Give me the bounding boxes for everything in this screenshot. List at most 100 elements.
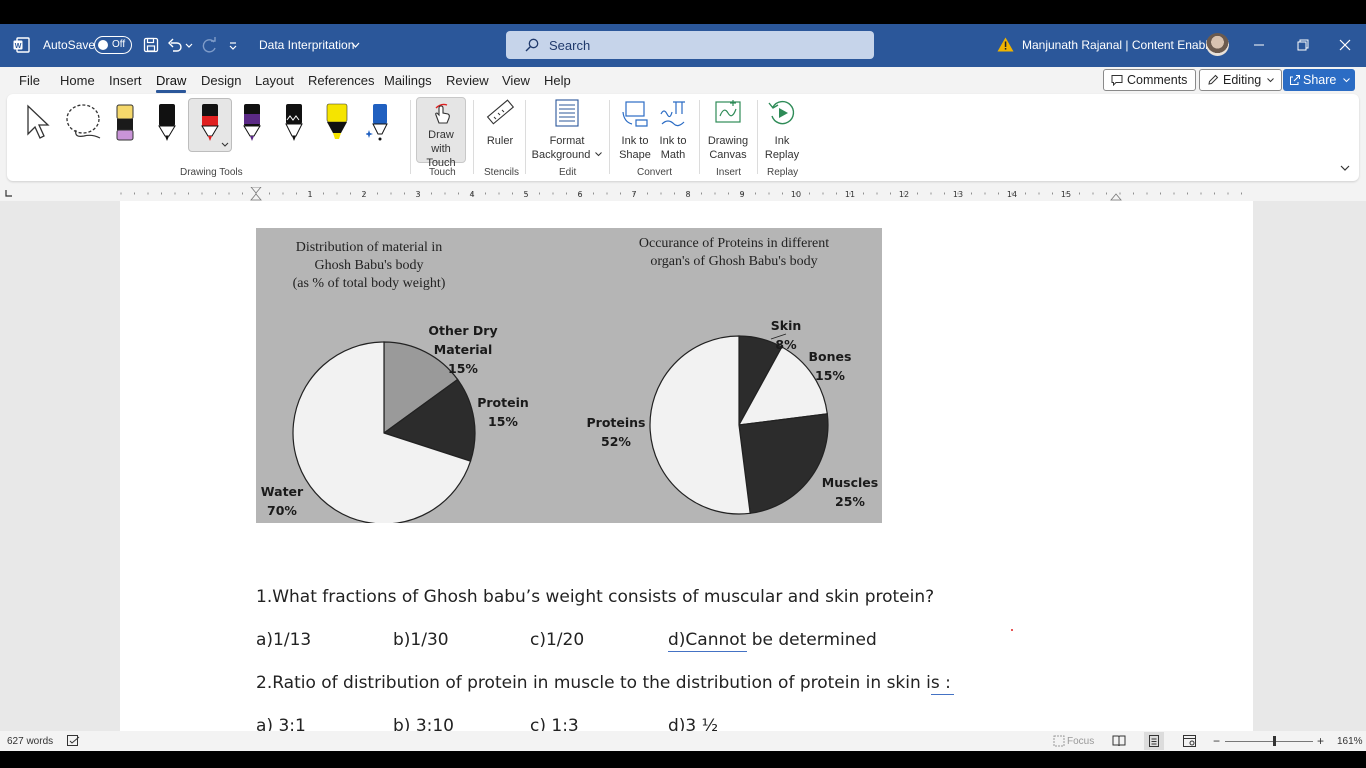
tab-layout[interactable]: Layout <box>255 73 294 88</box>
drawing-canvas-button[interactable]: Drawing Canvas <box>704 98 752 162</box>
q1-option-b: b)1/30 <box>393 630 449 650</box>
black-pen-icon[interactable] <box>154 102 180 142</box>
tab-help[interactable]: Help <box>544 73 571 88</box>
format-background-button[interactable]: Format Background <box>531 98 603 162</box>
user-name[interactable]: Manjunath Rajanal | Content Enablers <box>1022 38 1225 52</box>
ink-to-shape-line2: Shape <box>619 149 651 161</box>
focus-label[interactable]: Focus <box>1067 736 1094 747</box>
ruler-number: 15 <box>1061 190 1071 199</box>
action-pen-icon[interactable] <box>366 102 392 142</box>
tab-view[interactable]: View <box>502 73 530 88</box>
q1-option-c: c)1/20 <box>530 630 585 650</box>
warning-icon[interactable] <box>997 37 1014 52</box>
title-chevron-down-icon[interactable] <box>351 42 360 49</box>
focus-icon[interactable] <box>1053 735 1065 747</box>
collapse-ribbon-chevron-icon[interactable] <box>1340 165 1350 172</box>
tab-design[interactable]: Design <box>201 73 241 88</box>
drawing-canvas-icon <box>715 100 741 123</box>
protein-line1: Protein <box>477 395 529 410</box>
undo-dropdown-icon[interactable] <box>185 37 193 53</box>
share-button[interactable]: Share <box>1283 69 1355 91</box>
ruler-number: 14 <box>1007 190 1017 199</box>
tab-references[interactable]: References <box>308 73 374 88</box>
eraser-icon[interactable] <box>112 102 138 142</box>
tab-insert[interactable]: Insert <box>109 73 142 88</box>
undo-icon[interactable] <box>167 37 183 53</box>
tab-review[interactable]: Review <box>446 73 489 88</box>
ruler-number: 11 <box>845 190 855 199</box>
share-icon <box>1290 75 1300 85</box>
print-layout-button[interactable] <box>1144 732 1164 750</box>
tab-mailings[interactable]: Mailings <box>384 73 432 88</box>
autosave-toggle[interactable]: Off <box>94 36 132 54</box>
toggle-knob <box>98 40 108 50</box>
draw-with-touch-label: Draw with Touch <box>417 128 465 170</box>
pencil-tool-icon[interactable] <box>281 102 307 142</box>
status-bar: 627 words Focus − + 161% <box>0 731 1366 751</box>
share-chevron-icon <box>1343 78 1350 83</box>
read-mode-icon[interactable] <box>1112 735 1126 747</box>
ink-to-math-button[interactable]: Ink to Math <box>655 98 691 162</box>
drawing-canvas-line1: Drawing <box>707 135 749 147</box>
zoom-out-button[interactable]: − <box>1213 734 1220 748</box>
other-line3: 15% <box>448 361 478 376</box>
proteins-line1: Proteins <box>586 415 646 430</box>
proofing-icon[interactable] <box>67 735 80 747</box>
red-pen-selected[interactable] <box>188 98 232 152</box>
ink-to-shape-icon <box>622 101 648 127</box>
customize-toolbar-icon[interactable] <box>228 37 238 53</box>
word-count[interactable]: 627 words <box>7 736 53 747</box>
redo-icon[interactable] <box>202 37 218 53</box>
autosave-label: AutoSave <box>43 38 96 52</box>
ink-to-shape-line1: Ink to <box>621 135 649 147</box>
highlighter-icon[interactable] <box>324 102 350 142</box>
ink-dot <box>1011 629 1013 631</box>
zoom-slider-thumb[interactable] <box>1273 736 1276 746</box>
restore-icon[interactable] <box>1291 34 1313 56</box>
q2-option-a: a) 3:1 <box>256 716 306 731</box>
water-line2: 70% <box>267 503 297 518</box>
ink-replay-button[interactable]: Ink Replay <box>762 98 802 162</box>
zoom-slider[interactable] <box>1225 741 1313 742</box>
search-box[interactable]: Search <box>506 31 874 59</box>
avatar[interactable] <box>1206 33 1229 56</box>
ink-to-shape-button[interactable]: Ink to Shape <box>615 98 655 162</box>
save-icon[interactable] <box>143 37 159 53</box>
close-icon[interactable] <box>1334 34 1356 56</box>
zoom-level[interactable]: 161% <box>1337 736 1363 747</box>
grammar-underline-2 <box>931 693 954 695</box>
q1-option-a: a)1/13 <box>256 630 312 650</box>
tab-file[interactable]: File <box>19 73 40 88</box>
touch-hand-icon <box>435 103 450 124</box>
ribbon-tabs: File Home Insert Draw Design Layout Refe… <box>0 67 1366 94</box>
ruler-button[interactable]: Ruler <box>481 98 519 148</box>
label-bones: Bones 15% <box>804 347 856 385</box>
bones-line2: 15% <box>815 368 845 383</box>
ruler-number: 7 <box>631 190 636 199</box>
zoom-in-button[interactable]: + <box>1317 734 1324 748</box>
embedded-chart-image[interactable]: Distribution of material in Ghosh Babu's… <box>256 228 882 523</box>
lasso-select-icon[interactable] <box>64 102 104 142</box>
draw-with-touch-button[interactable]: Draw with Touch <box>416 97 466 169</box>
q2-options-row-clip: a) 3:1 b) 3:10 c) 1:3 d)3 ½ <box>120 714 1253 731</box>
ruler-number: 1 <box>307 190 312 199</box>
ink-to-math-line2: Math <box>660 149 686 161</box>
comments-button[interactable]: Comments <box>1103 69 1197 91</box>
ink-replay-line1: Ink <box>774 135 790 147</box>
select-pointer-icon[interactable] <box>24 102 54 142</box>
web-layout-icon[interactable] <box>1183 735 1197 747</box>
draw-with-touch-line1: Draw with <box>428 129 454 155</box>
purple-pen-icon[interactable] <box>239 102 265 142</box>
minimize-icon[interactable] <box>1248 34 1270 56</box>
format-background-chevron-icon <box>595 152 603 157</box>
comments-label: Comments <box>1127 73 1188 87</box>
editing-mode-button[interactable]: Editing <box>1199 69 1283 91</box>
ruler-number: 4 <box>469 190 474 199</box>
group-label-drawing-tools: Drawing Tools <box>180 167 243 178</box>
tab-draw[interactable]: Draw <box>156 73 187 93</box>
tab-home[interactable]: Home <box>60 73 95 88</box>
document-title[interactable]: Data Interpritation <box>259 38 354 52</box>
title-bar: W AutoSave Off Data Interpritation Searc… <box>0 24 1366 67</box>
pie-slice-proteins <box>649 335 751 515</box>
horizontal-ruler[interactable]: 1 2 3 4 5 6 7 8 9 10 11 12 13 14 15 <box>0 186 1366 201</box>
